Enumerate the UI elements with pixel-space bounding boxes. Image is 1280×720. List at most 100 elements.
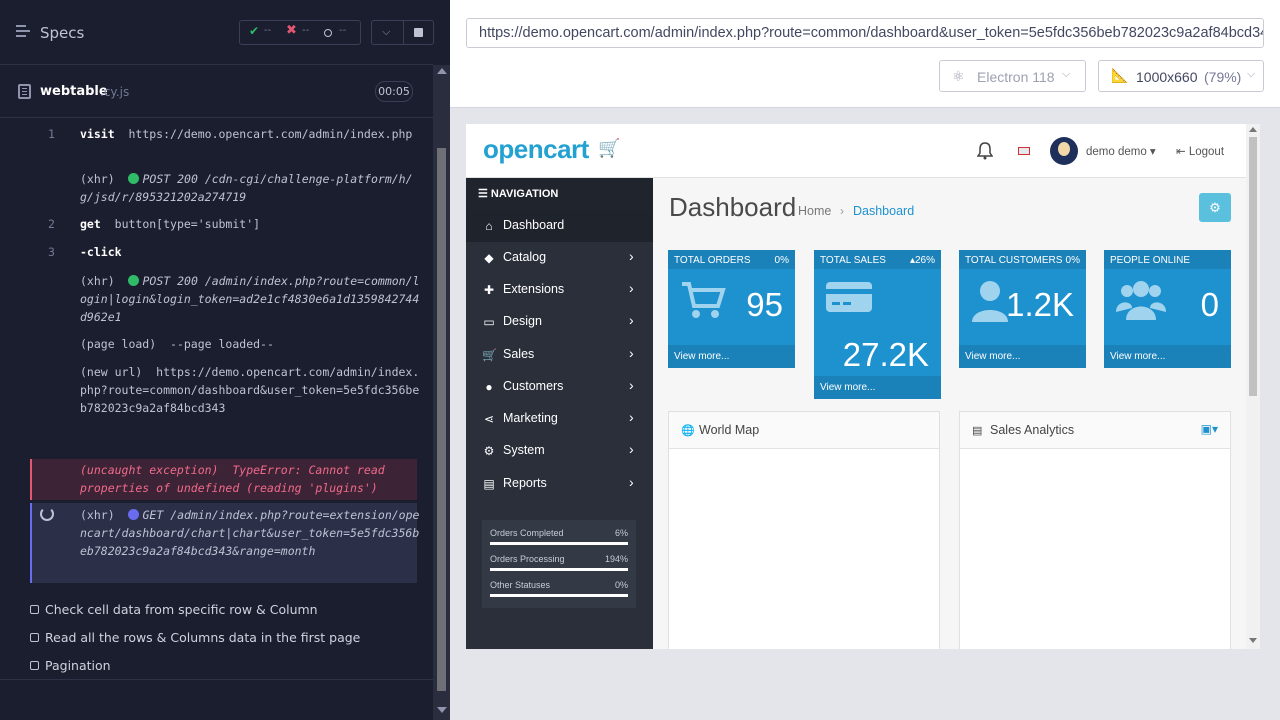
scroll-up-icon[interactable] <box>437 68 447 74</box>
checkbox-icon <box>30 661 39 670</box>
bar-chart-icon: ▤ <box>972 425 983 437</box>
settings-button[interactable]: ⚙ <box>1199 193 1231 222</box>
world-map-panel: 🌐 World Map <box>668 411 940 649</box>
view-more-link[interactable]: View more... <box>1104 345 1231 368</box>
chevron-down-icon: ⌵ <box>1247 68 1256 80</box>
dashboard-main: Dashboard Home › Dashboard ⚙ TOTAL ORDER… <box>653 178 1246 649</box>
browser-label: Electron 118 <box>977 69 1055 85</box>
chevron-down-icon[interactable]: ⌵ <box>382 25 390 39</box>
tag-icon: ◆ <box>484 251 494 265</box>
scroll-up-icon[interactable] <box>1249 127 1257 132</box>
user-menu[interactable]: demo demo ▾ <box>1086 144 1156 158</box>
url-bar[interactable]: https://demo.opencart.com/admin/index.ph… <box>466 18 1264 48</box>
chevron-right-icon: › <box>629 441 634 457</box>
aut-toolbar: https://demo.opencart.com/admin/index.ph… <box>450 0 1280 108</box>
cart-icon: 🛒 <box>482 348 497 362</box>
xhr-success-dot <box>128 275 140 286</box>
nav-item-extensions[interactable]: ✚ Extensions › <box>466 274 653 306</box>
tile-total-customers: TOTAL CUSTOMERS 0% 1.2K View more... <box>959 250 1086 368</box>
duration-badge: 00:05 <box>375 81 413 102</box>
panel-title: World Map <box>699 423 760 437</box>
tile-value: 0 <box>1200 286 1219 323</box>
tile-value: 95 <box>746 286 783 323</box>
scroll-down-icon[interactable] <box>1249 638 1257 643</box>
user-icon: ● <box>485 380 493 394</box>
pending-count: -- <box>339 25 347 36</box>
avatar[interactable] <box>1050 137 1078 165</box>
browser-selector[interactable]: ⚛ Electron 118 ⌵ <box>939 60 1086 92</box>
sales-analytics-panel: ▤ Sales Analytics ▣▾ <box>959 411 1231 649</box>
view-more-link[interactable]: View more... <box>668 345 795 368</box>
loading-spinner-icon <box>40 507 54 521</box>
scrollbar-thumb[interactable] <box>1249 137 1257 396</box>
checkbox-icon <box>30 633 39 642</box>
nav-item-dashboard[interactable]: ⌂ Dashboard <box>466 210 653 242</box>
scrollbar-thumb[interactable] <box>437 148 446 691</box>
language-flag-icon[interactable] <box>1018 147 1030 155</box>
chevron-down-icon: ⌵ <box>1062 68 1071 80</box>
nav-item-sales[interactable]: 🛒 Sales › <box>466 339 653 371</box>
passed-count: -- <box>264 25 272 36</box>
order-stat: Orders Processing 194% <box>490 554 628 571</box>
nav-item-customers[interactable]: ● Customers › <box>466 371 653 403</box>
chevron-right-icon: › <box>629 312 634 328</box>
tile-total-orders: TOTAL ORDERS 0% 95 View more... <box>668 250 795 368</box>
chevron-right-icon: › <box>629 474 634 490</box>
viewport-scale: (79%) <box>1204 69 1242 85</box>
nav-item-design[interactable]: ▭ Design › <box>466 306 653 338</box>
puzzle-icon: ✚ <box>483 283 495 297</box>
bell-icon[interactable] <box>977 142 993 160</box>
chevron-right-icon: › <box>629 248 634 264</box>
viewport-size: 1000x660 <box>1136 69 1198 85</box>
credit-card-icon <box>826 282 872 312</box>
opencart-logo[interactable]: opencart <box>483 134 589 165</box>
test-item[interactable]: Check cell data from specific row & Colu… <box>30 602 318 617</box>
nav-item-marketing[interactable]: ⋖ Marketing › <box>466 403 653 435</box>
nav-header[interactable]: ☰ NAVIGATION <box>466 178 653 210</box>
breadcrumb-home[interactable]: Home <box>798 204 831 218</box>
chevron-right-icon: › <box>629 409 634 425</box>
test-item[interactable]: Pagination <box>30 658 111 673</box>
test-stats: ✔ -- ✖ -- -- <box>239 20 361 45</box>
tile-value: 27.2K <box>842 336 929 373</box>
test-item[interactable]: Read all the rows & Columns data in the … <box>30 630 360 645</box>
spec-file-ext: .cy.js <box>100 85 130 99</box>
chevron-right-icon: › <box>629 280 634 296</box>
view-more-link[interactable]: View more... <box>959 345 1086 368</box>
check-icon: ✔ <box>249 24 260 38</box>
chevron-right-icon: › <box>629 377 634 393</box>
cypress-reporter: Specs ✔ -- ✖ -- -- ⌵ webtable .cy.js 00:… <box>0 0 450 720</box>
scroll-down-icon[interactable] <box>437 707 447 713</box>
pending-icon <box>324 29 332 37</box>
reporter-header: Specs ✔ -- ✖ -- -- ⌵ <box>0 0 434 65</box>
user-icon <box>972 281 1008 322</box>
reporter-scrollbar[interactable] <box>433 65 450 720</box>
xhr-success-dot <box>128 173 140 184</box>
nav-item-system[interactable]: ⚙ System › <box>466 435 653 467</box>
opencart-scrollbar[interactable] <box>1246 124 1260 649</box>
viewport-info[interactable]: 📐 1000x660 (79%) ⌵ <box>1098 60 1264 92</box>
ruler-icon: 📐 <box>1111 67 1129 83</box>
specs-menu-icon[interactable] <box>16 25 32 39</box>
stop-icon[interactable] <box>414 28 423 37</box>
specs-label[interactable]: Specs <box>40 24 84 42</box>
nav-item-catalog[interactable]: ◆ Catalog › <box>466 242 653 274</box>
cross-icon: ✖ <box>286 23 297 38</box>
nav-item-reports[interactable]: ▤ Reports › <box>466 468 653 500</box>
logout-icon: ⇤ <box>1176 146 1186 158</box>
logout-link[interactable]: ⇤ Logout <box>1176 144 1224 158</box>
panel-title: Sales Analytics <box>990 423 1075 437</box>
calendar-dropdown-icon[interactable]: ▣▾ <box>1201 422 1218 436</box>
bar-chart-icon: ▤ <box>483 477 495 491</box>
electron-icon: ⚛ <box>952 68 965 84</box>
chevron-right-icon: › <box>629 345 634 361</box>
failed-count: -- <box>302 25 310 36</box>
breadcrumb-separator-icon: › <box>840 204 844 218</box>
tile-people-online: PEOPLE ONLINE 0 View more... <box>1104 250 1231 368</box>
home-icon: ⌂ <box>485 219 493 233</box>
globe-icon: 🌐 <box>681 425 695 437</box>
view-more-link[interactable]: View more... <box>814 376 941 399</box>
checkbox-icon <box>30 605 39 614</box>
spec-file-name[interactable]: webtable <box>40 84 108 99</box>
breadcrumb-current[interactable]: Dashboard <box>853 204 914 218</box>
